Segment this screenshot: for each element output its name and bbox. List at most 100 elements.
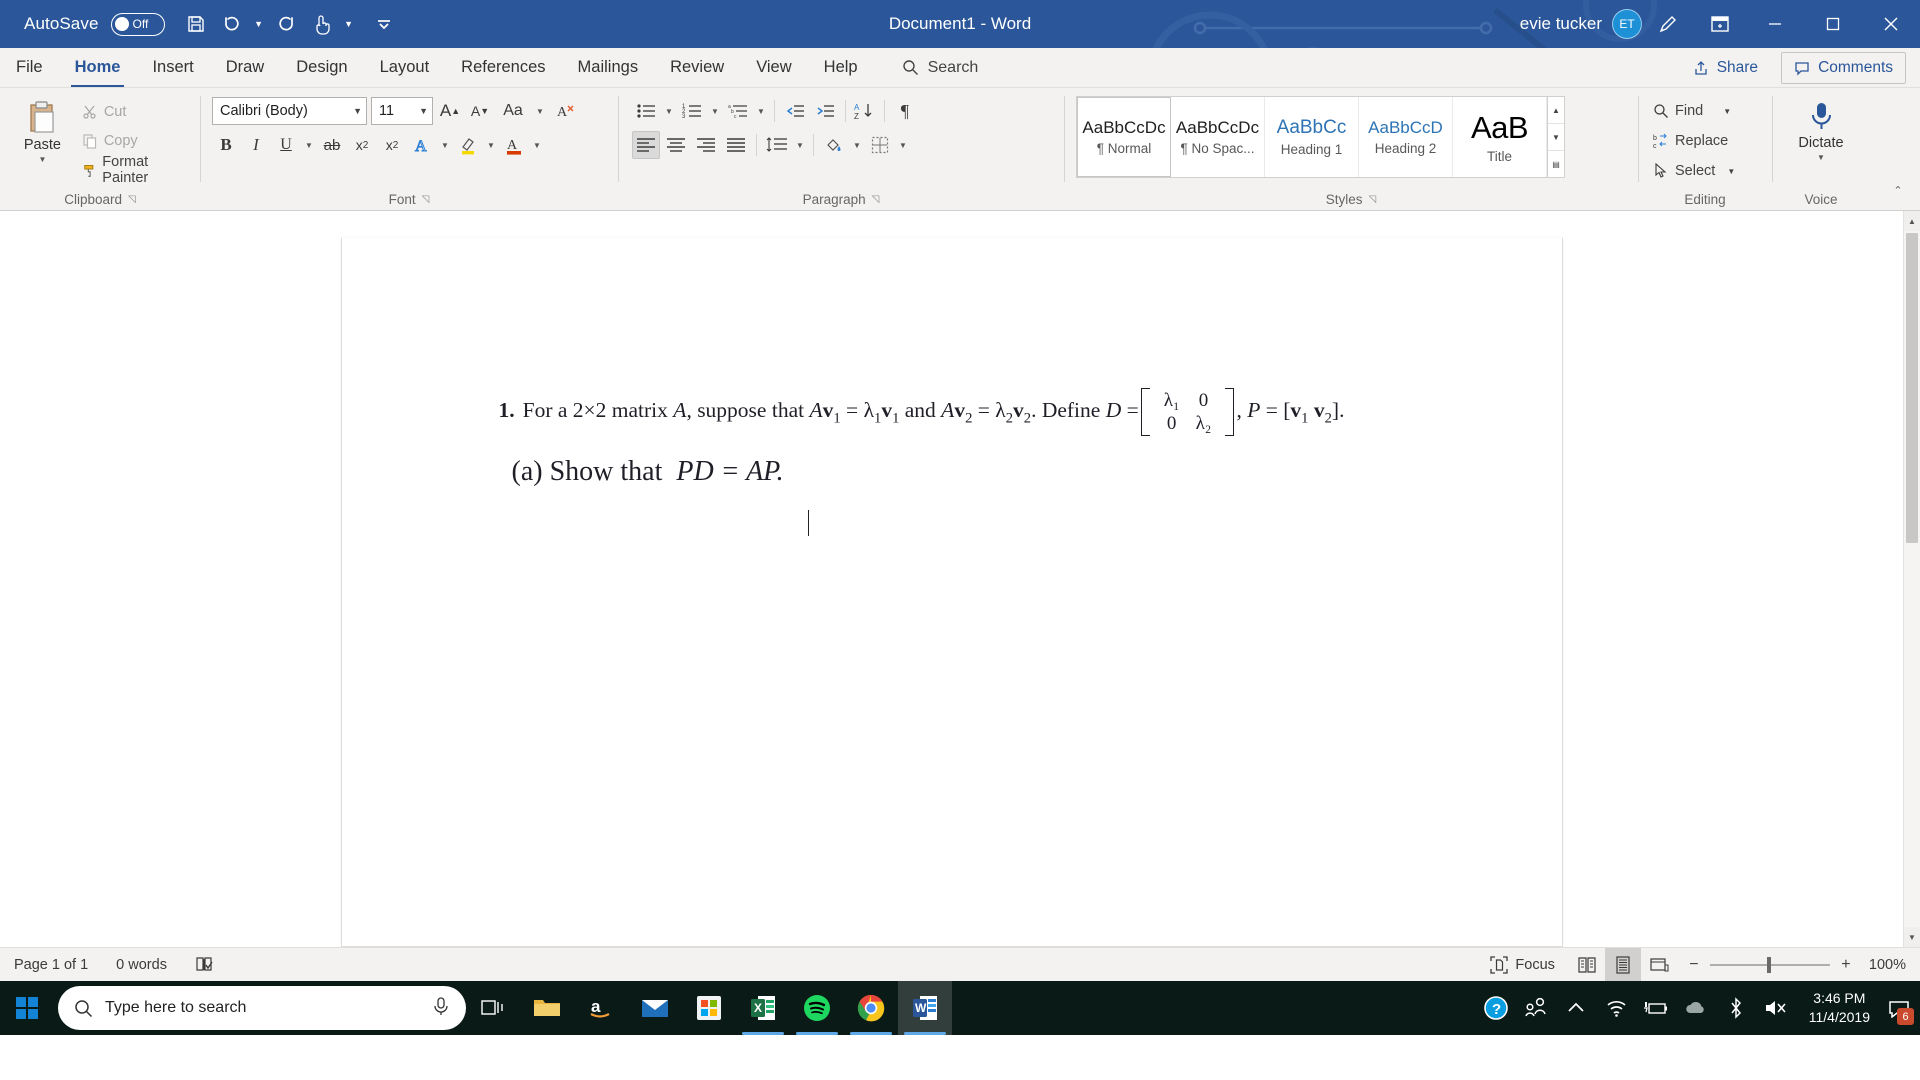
start-button[interactable]	[0, 981, 54, 1035]
onedrive-button[interactable]	[1677, 981, 1715, 1035]
font-color-chevron-down-icon[interactable]: ▼	[530, 131, 544, 159]
zoom-slider[interactable]: − +	[1677, 956, 1863, 974]
dictate-chevron-down-icon[interactable]: ▼	[1817, 153, 1825, 162]
underline-button[interactable]: U	[272, 131, 300, 159]
cut-button[interactable]: Cut	[77, 99, 194, 125]
text-effects-chevron-down-icon[interactable]: ▼	[438, 131, 452, 159]
tab-design[interactable]: Design	[280, 48, 363, 87]
bold-button[interactable]: B	[212, 131, 240, 159]
restore-button[interactable]	[1804, 0, 1862, 48]
zoom-level[interactable]: 100%	[1863, 957, 1920, 973]
borders-button[interactable]	[866, 131, 894, 159]
clear-all-formatting-button[interactable]: A	[551, 97, 581, 125]
line-spacing-button[interactable]	[763, 131, 791, 159]
taskbar-app-excel[interactable]: X	[736, 981, 790, 1035]
align-right-button[interactable]	[692, 131, 720, 159]
find-chevron-down-icon[interactable]: ▼	[1723, 107, 1731, 116]
paragraph-dialog-launcher[interactable]: ◹	[872, 194, 880, 205]
styles-scroll-down-icon[interactable]: ▼	[1548, 124, 1564, 151]
people-button[interactable]	[1517, 981, 1555, 1035]
font-dialog-launcher[interactable]: ◹	[422, 194, 430, 205]
multilevel-list-chevron-down-icon[interactable]: ▼	[754, 97, 768, 125]
print-layout-button[interactable]	[1604, 947, 1641, 982]
tab-help[interactable]: Help	[808, 48, 874, 87]
show-hide-formatting-button[interactable]: ¶	[891, 97, 919, 125]
tab-insert[interactable]: Insert	[136, 48, 209, 87]
shrink-font-button[interactable]: A ▼	[467, 97, 493, 125]
subscript-button[interactable]: x2	[348, 131, 376, 159]
taskbar-app-chrome[interactable]	[844, 981, 898, 1035]
undo-dropdown-chevron-down-icon[interactable]: ▼	[251, 7, 267, 41]
scroll-down-button[interactable]: ▼	[1903, 927, 1920, 947]
style-heading-2[interactable]: AaBbCcD Heading 2	[1359, 97, 1453, 177]
save-button[interactable]	[179, 7, 213, 41]
italic-button[interactable]: I	[242, 131, 270, 159]
styles-gallery[interactable]: AaBbCcDc ¶ Normal AaBbCcDc ¶ No Spac... …	[1076, 96, 1565, 178]
select-button[interactable]: Select ▼	[1648, 158, 1740, 184]
bullets-button[interactable]	[632, 97, 660, 125]
taskbar-app-amazon[interactable]: a	[574, 981, 628, 1035]
tab-draw[interactable]: Draw	[210, 48, 281, 87]
volume-button[interactable]	[1757, 981, 1795, 1035]
proofing-status-button[interactable]	[181, 948, 228, 982]
ink-pen-icon[interactable]	[1642, 0, 1694, 48]
styles-dialog-launcher[interactable]: ◹	[1369, 194, 1377, 205]
vertical-scrollbar[interactable]: ▲ ▼	[1903, 211, 1920, 947]
undo-button[interactable]	[215, 7, 249, 41]
read-mode-button[interactable]	[1569, 948, 1605, 982]
taskbar-search-input[interactable]: Type here to search	[58, 986, 466, 1030]
tab-file[interactable]: File	[0, 48, 59, 87]
battery-button[interactable]	[1637, 981, 1675, 1035]
document-page[interactable]: 1. For a 2×2 matrix A, suppose that Av1 =…	[340, 238, 1563, 947]
superscript-button[interactable]: x2	[378, 131, 406, 159]
close-button[interactable]	[1862, 0, 1920, 48]
task-view-button[interactable]	[466, 981, 520, 1035]
redo-button[interactable]	[269, 7, 303, 41]
web-layout-button[interactable]	[1641, 948, 1677, 982]
search-input[interactable]: Search	[902, 48, 978, 87]
multilevel-list-button[interactable]: abc	[724, 97, 752, 125]
sort-button[interactable]: AZ	[852, 97, 878, 125]
show-hidden-icons-button[interactable]	[1557, 981, 1595, 1035]
format-painter-button[interactable]: Format Painter	[77, 154, 194, 186]
numbering-chevron-down-icon[interactable]: ▼	[708, 97, 722, 125]
cortana-mic-icon[interactable]	[432, 996, 450, 1021]
shading-chevron-down-icon[interactable]: ▼	[850, 131, 864, 159]
comments-button[interactable]: Comments	[1781, 51, 1906, 84]
paste-button[interactable]: Paste ▼	[14, 93, 71, 164]
styles-more-icon[interactable]: ▤	[1548, 151, 1564, 177]
styles-gallery-scroll[interactable]: ▲ ▼ ▤	[1547, 97, 1564, 177]
font-name-combo[interactable]: Calibri (Body) ▼	[212, 97, 367, 125]
clipboard-dialog-launcher[interactable]: ◹	[128, 194, 136, 205]
text-effects-button[interactable]: A	[408, 131, 436, 159]
tab-home[interactable]: Home	[59, 48, 137, 87]
network-button[interactable]	[1597, 981, 1635, 1035]
bullets-chevron-down-icon[interactable]: ▼	[662, 97, 676, 125]
paste-chevron-down-icon[interactable]: ▼	[38, 155, 46, 164]
document-canvas[interactable]: 1. For a 2×2 matrix A, suppose that Av1 =…	[0, 211, 1903, 947]
tab-mailings[interactable]: Mailings	[562, 48, 655, 87]
help-support-button[interactable]: ?	[1477, 981, 1515, 1035]
clock[interactable]: 3:46 PM 11/4/2019	[1797, 989, 1882, 1028]
focus-mode-button[interactable]: Focus	[1476, 948, 1569, 982]
align-left-button[interactable]	[632, 131, 660, 159]
avatar[interactable]: ET	[1612, 9, 1642, 39]
touch-mode-chevron-down-icon[interactable]: ▼	[341, 7, 357, 41]
font-size-combo[interactable]: 11 ▼	[371, 97, 433, 125]
tab-references[interactable]: References	[445, 48, 561, 87]
share-button[interactable]: Share	[1680, 52, 1771, 84]
zoom-thumb[interactable]	[1766, 956, 1771, 973]
strikethrough-button[interactable]: ab	[318, 131, 346, 159]
scroll-up-button[interactable]: ▲	[1903, 211, 1920, 231]
taskbar-app-file-explorer[interactable]	[520, 981, 574, 1035]
dictate-button[interactable]: Dictate ▼	[1784, 93, 1858, 162]
style-normal[interactable]: AaBbCcDc ¶ Normal	[1077, 97, 1171, 177]
zoom-track[interactable]	[1709, 956, 1830, 973]
customize-quick-access-toolbar-button[interactable]	[367, 7, 401, 41]
ribbon-display-options-icon[interactable]	[1694, 0, 1746, 48]
action-center-button[interactable]: 6	[1884, 981, 1914, 1035]
tab-layout[interactable]: Layout	[364, 48, 446, 87]
copy-button[interactable]: Copy	[77, 128, 194, 154]
touch-pointer-icon[interactable]	[305, 7, 339, 41]
increase-indent-button[interactable]	[811, 97, 839, 125]
